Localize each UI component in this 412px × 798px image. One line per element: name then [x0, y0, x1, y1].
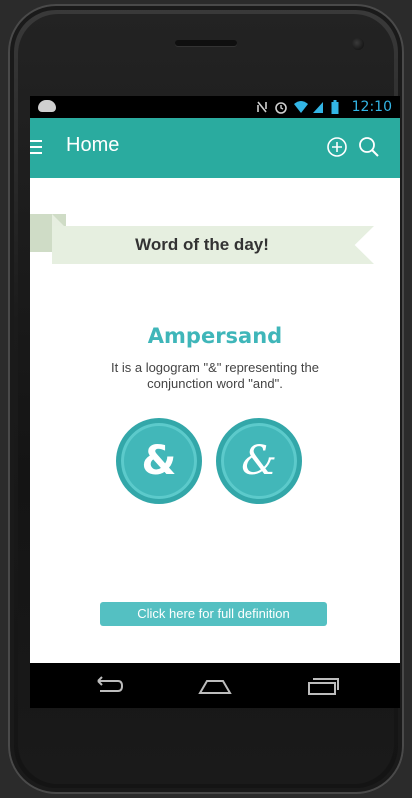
status-bar: 12:10: [30, 96, 400, 118]
home-icon[interactable]: [198, 675, 232, 697]
battery-icon: [331, 100, 345, 114]
ampersand-glyph-regular[interactable]: &: [116, 418, 202, 504]
navigation-bar: [30, 663, 400, 708]
word-description: It is a logogram "&" representing the co…: [111, 360, 319, 391]
back-icon[interactable]: [90, 675, 124, 697]
status-time: 12:10: [351, 99, 392, 115]
wifi-icon: [293, 100, 308, 114]
screen: 12:10 Home Word of the day! Ampersand It…: [30, 96, 400, 708]
add-icon[interactable]: [326, 136, 348, 158]
android-icon: [38, 100, 56, 112]
word-title: Ampersand: [147, 324, 283, 348]
search-icon[interactable]: [358, 136, 380, 158]
content-area: Word of the day! Ampersand It is a logog…: [30, 178, 400, 663]
alarm-icon: [274, 100, 288, 114]
speaker-grill: [175, 40, 237, 46]
status-icons: 12:10: [255, 98, 392, 116]
full-definition-button[interactable]: Click here for full definition: [100, 602, 327, 626]
signal-icon: [312, 100, 326, 114]
banner-text: Word of the day!: [135, 235, 269, 254]
front-camera: [352, 38, 364, 50]
nfc-icon: [255, 100, 269, 114]
page-title: Home: [66, 134, 120, 156]
recents-icon[interactable]: [306, 675, 340, 697]
ampersand-glyph-italic[interactable]: &: [216, 418, 302, 504]
app-bar: Home: [30, 118, 400, 178]
menu-icon[interactable]: [30, 140, 42, 154]
